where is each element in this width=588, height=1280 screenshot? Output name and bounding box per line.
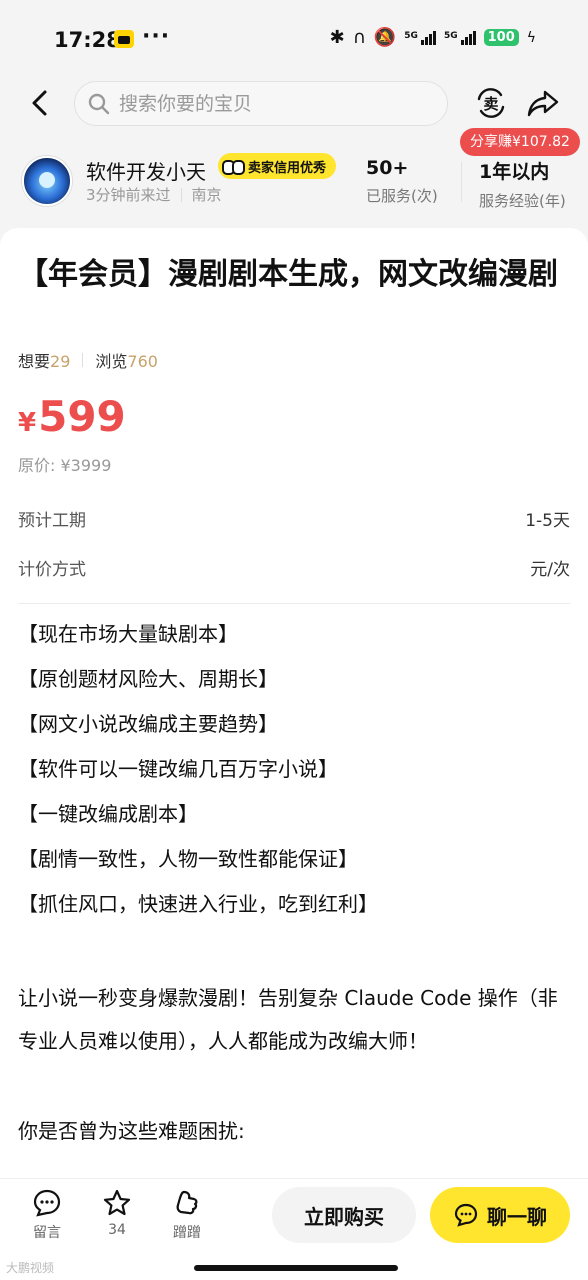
seller-avatar[interactable] <box>22 156 72 206</box>
favorite-count: 34 <box>108 1222 126 1238</box>
buy-now-button[interactable]: 立即购买 <box>272 1187 416 1243</box>
description-line: 【网文小说改编成主要趋势】 <box>18 712 278 736</box>
nudge-icon <box>176 1190 198 1215</box>
search-bar[interactable] <box>74 81 448 126</box>
more-notifications-icon: ··· <box>142 24 171 49</box>
status-time: 17:28 <box>54 28 121 52</box>
section-divider <box>18 603 570 604</box>
nudge-button[interactable]: 蹭蹭 <box>157 1188 217 1242</box>
signal-icon: 5G <box>404 30 436 45</box>
duration-row: 预计工期 1-5天 <box>18 506 570 531</box>
system-indicators: ✱ ∩ 🔕 5G 5G 100 ϟ <box>330 27 536 48</box>
bluetooth-icon: ✱ <box>329 27 345 48</box>
pricing-value: 元/次 <box>530 560 570 580</box>
pricing-row: 计价方式 元/次 <box>18 555 570 580</box>
chat-icon <box>454 1203 478 1227</box>
search-input[interactable] <box>119 90 429 118</box>
comment-icon <box>33 1189 61 1217</box>
experience-stat: 1年以内 服务经验(年) <box>479 157 566 211</box>
served-stat: 50+ 已服务(次) <box>366 157 438 206</box>
credit-badge[interactable]: 卖家信用优秀 <box>218 153 337 179</box>
star-icon <box>103 1189 131 1216</box>
chat-button[interactable]: 聊一聊 <box>430 1187 570 1243</box>
description-bullets: 【现在市场大量缺剧本】 【原创题材风险大、周期长】 【网文小说改编成主要趋势】 … <box>18 612 574 927</box>
comment-label: 留言 <box>33 1225 61 1241</box>
svg-text:卖: 卖 <box>483 95 498 113</box>
search-icon <box>88 93 110 115</box>
want-count: 29 <box>50 352 71 371</box>
credit-eyes-icon <box>222 157 245 175</box>
description-line: 【剧情一致性，人物一致性都能保证】 <box>18 847 358 871</box>
want-label: 想要 <box>18 352 51 371</box>
pricing-label: 计价方式 <box>18 560 86 580</box>
status-bar: 17:28 ··· ✱ ∩ 🔕 5G 5G 100 ϟ <box>0 0 588 78</box>
favorite-button[interactable]: 34 <box>87 1188 147 1238</box>
seller-meta: 3分钟前来过 南京 <box>86 184 222 205</box>
description-paragraph-2: 你是否曾为这些难题困扰: <box>18 1119 245 1143</box>
watermark: 大鹏视频 <box>6 1261 55 1275</box>
seller-name[interactable]: 软件开发小天 <box>86 156 206 185</box>
stat-divider <box>461 162 462 202</box>
description-line: 【现在市场大量缺剧本】 <box>18 622 238 646</box>
chat-label: 聊一聊 <box>487 1204 547 1229</box>
description-line: 【原创题材风险大、周期长】 <box>18 667 278 691</box>
share-earn-badge[interactable]: 分享赚¥107.82 <box>460 128 580 156</box>
duration-label: 预计工期 <box>18 511 86 531</box>
home-indicator[interactable] <box>194 1265 398 1271</box>
signal-icon-2: 5G <box>444 30 476 45</box>
charging-icon: ϟ <box>526 29 536 46</box>
description-line: 【软件可以一键改编几百万字小说】 <box>18 757 338 781</box>
seller-location: 南京 <box>191 186 222 204</box>
nudge-label: 蹭蹭 <box>173 1225 201 1241</box>
price-currency: ¥ <box>18 408 37 438</box>
back-icon[interactable] <box>26 88 54 118</box>
stats-divider <box>82 353 84 367</box>
price: ¥ 599 <box>18 392 126 441</box>
sell-icon[interactable]: 卖 <box>474 86 508 120</box>
price-value: 599 <box>38 392 126 441</box>
experience-value: 1年以内 <box>479 161 550 183</box>
app-notification-icon <box>114 30 134 48</box>
item-stats: 想要29 浏览760 <box>18 348 158 372</box>
description-paragraph: 让小说一秒变身爆款漫剧！告别复杂 Claude Code 操作（非专业人员难以使… <box>18 986 558 1053</box>
original-price: 原价: ¥3999 <box>18 456 112 475</box>
served-label: 已服务(次) <box>366 187 438 205</box>
battery-indicator: 100 <box>483 29 519 46</box>
duration-value: 1-5天 <box>525 511 570 531</box>
earbuds-icon: ∩ <box>352 27 366 48</box>
view-count: 760 <box>127 352 158 371</box>
comment-button[interactable]: 留言 <box>17 1188 77 1242</box>
last-seen: 3分钟前来过 <box>86 186 171 204</box>
item-title: 【年会员】漫剧剧本生成，网文改编漫剧 <box>18 257 558 292</box>
view-label: 浏览 <box>95 352 128 371</box>
served-value: 50+ <box>366 157 409 179</box>
meta-divider <box>180 187 182 202</box>
description-line: 【抓住风口，快速进入行业，吃到红利】 <box>18 892 378 916</box>
credit-badge-label: 卖家信用优秀 <box>248 160 327 176</box>
mute-icon: 🔕 <box>373 27 397 48</box>
share-icon[interactable] <box>526 86 560 120</box>
description-line: 【一键改编成剧本】 <box>18 802 198 826</box>
experience-label: 服务经验(年) <box>479 192 566 210</box>
